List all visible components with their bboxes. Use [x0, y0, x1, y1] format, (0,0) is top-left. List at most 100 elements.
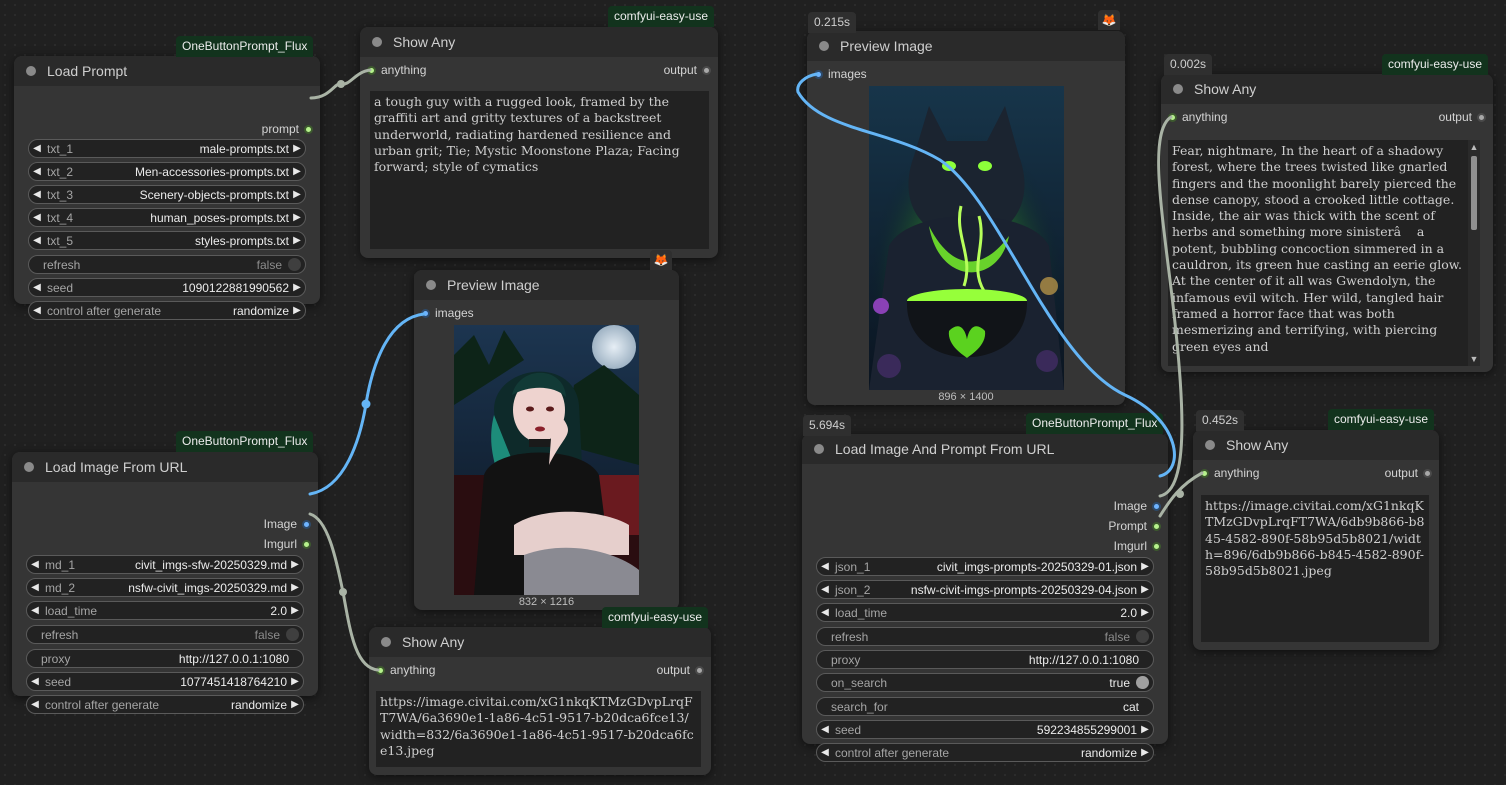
collapse-dot[interactable] — [426, 280, 436, 290]
arrow-right-icon[interactable]: ▶ — [1137, 584, 1153, 595]
arrow-right-icon[interactable]: ▶ — [289, 282, 305, 293]
collapse-dot[interactable] — [381, 637, 391, 647]
input-slot-anything[interactable]: anything — [1168, 107, 1227, 127]
input-slot-anything[interactable]: anything — [1200, 463, 1259, 483]
combo-widget-json-2[interactable]: ◀ json_2 nsfw-civit-imgs-prompts-20250329-… — [816, 580, 1154, 599]
arrow-right-icon[interactable]: ▶ — [1137, 561, 1153, 572]
collapse-dot[interactable] — [819, 41, 829, 51]
toggle-knob[interactable] — [1136, 676, 1149, 689]
load-image-from-url-node[interactable]: Load Image From URL Image Imgurl ◀ md_1 ci… — [12, 452, 318, 714]
combo-widget-txt-3[interactable]: ◀ txt_3 Scenery-objects-prompts.txt ▶ — [28, 185, 306, 204]
combo-widget-txt-2[interactable]: ◀ txt_2 Men-accessories-prompts.txt ▶ — [28, 162, 306, 181]
arrow-right-icon[interactable]: ▶ — [287, 559, 303, 570]
preview-image-cat-witch[interactable] — [869, 86, 1064, 390]
arrow-right-icon[interactable]: ▶ — [287, 605, 303, 616]
arrow-left-icon[interactable]: ◀ — [29, 166, 45, 177]
arrow-right-icon[interactable]: ▶ — [289, 166, 305, 177]
arrow-left-icon[interactable]: ◀ — [817, 607, 833, 618]
arrow-left-icon[interactable]: ◀ — [27, 699, 43, 710]
slot-dot[interactable] — [1168, 112, 1177, 122]
arrow-right-icon[interactable]: ▶ — [289, 305, 305, 316]
output-slot-image[interactable]: Image — [1114, 496, 1161, 516]
collapse-dot[interactable] — [24, 462, 34, 472]
show-any-textarea[interactable]: https://image.civitai.com/xG1nkqKTMzGDvp… — [1201, 495, 1429, 642]
toggle-widget-refresh[interactable]: refresh false — [26, 625, 304, 644]
arrow-left-icon[interactable]: ◀ — [29, 143, 45, 154]
output-slot-imgurl[interactable]: Imgurl — [264, 534, 311, 554]
arrow-left-icon[interactable]: ◀ — [817, 584, 833, 595]
arrow-left-icon[interactable]: ◀ — [817, 561, 833, 572]
combo-widget-json-1[interactable]: ◀ json_1 civit_imgs-prompts-20250329-01.js… — [816, 557, 1154, 576]
collapse-dot[interactable] — [26, 66, 36, 76]
arrow-right-icon[interactable]: ▶ — [287, 699, 303, 710]
slot-dot[interactable] — [1477, 112, 1486, 122]
toggle-widget-refresh[interactable]: refresh false — [816, 627, 1154, 646]
toggle-widget-on-search[interactable]: on_search true — [816, 673, 1154, 692]
arrow-right-icon[interactable]: ▶ — [287, 676, 303, 687]
output-slot-prompt[interactable]: prompt — [262, 119, 313, 139]
preview-image-node-1[interactable]: Preview Image images 832 × 1216 — [414, 270, 679, 610]
slot-dot[interactable] — [367, 65, 376, 75]
combo-widget-txt-5[interactable]: ◀ txt_5 styles-prompts.txt ▶ — [28, 231, 306, 250]
output-slot-output[interactable]: output — [1385, 463, 1432, 483]
arrow-right-icon[interactable]: ▶ — [289, 235, 305, 246]
output-slot-image[interactable]: Image — [264, 514, 311, 534]
number-widget-seed[interactable]: ◀ seed 592234855299001 ▶ — [816, 720, 1154, 739]
scroll-down-icon[interactable]: ▼ — [1469, 354, 1479, 364]
slot-dot[interactable] — [1152, 541, 1161, 551]
arrow-left-icon[interactable]: ◀ — [29, 212, 45, 223]
collapse-dot[interactable] — [1173, 84, 1183, 94]
combo-widget-txt-1[interactable]: ◀ txt_1 male-prompts.txt ▶ — [28, 139, 306, 158]
combo-widget-control-after-generate[interactable]: ◀ control after generate randomize ▶ — [816, 743, 1154, 762]
slot-dot[interactable] — [304, 124, 313, 134]
arrow-left-icon[interactable]: ◀ — [27, 582, 43, 593]
output-slot-output[interactable]: output — [1439, 107, 1486, 127]
text-widget-proxy[interactable]: proxy http://127.0.0.1:1080 — [816, 650, 1154, 669]
arrow-right-icon[interactable]: ▶ — [287, 582, 303, 593]
slot-dot[interactable] — [814, 69, 823, 79]
number-widget-seed[interactable]: ◀ seed 1077451418764210 ▶ — [26, 672, 304, 691]
input-slot-images[interactable]: images — [421, 303, 474, 323]
node-title-bar[interactable]: Show Any — [1193, 430, 1439, 460]
scrollbar-thumb[interactable] — [1471, 156, 1477, 230]
number-widget-seed[interactable]: ◀ seed 1090122881990562 ▶ — [28, 278, 306, 297]
output-slot-output[interactable]: output — [657, 660, 704, 680]
combo-widget-control-after-generate[interactable]: ◀ control after generate randomize ▶ — [26, 695, 304, 714]
input-slot-anything[interactable]: anything — [376, 660, 435, 680]
combo-widget-txt-4[interactable]: ◀ txt_4 human_poses-prompts.txt ▶ — [28, 208, 306, 227]
textarea-scrollbar[interactable]: ▲ ▼ — [1468, 140, 1480, 366]
show-any-node-4[interactable]: Show Any anything output https://image.c… — [1193, 430, 1439, 650]
slot-dot[interactable] — [302, 539, 311, 549]
show-any-node-3[interactable]: Show Any anything output Fear, nightmare… — [1161, 74, 1493, 372]
node-title-bar[interactable]: Load Image From URL — [12, 452, 318, 482]
output-slot-prompt[interactable]: Prompt — [1108, 516, 1161, 536]
combo-widget-control-after-generate[interactable]: ◀ control after generate randomize ▶ — [28, 301, 306, 320]
show-any-textarea[interactable]: a tough guy with a rugged look, framed b… — [370, 91, 709, 249]
number-widget-load-time[interactable]: ◀ load_time 2.0 ▶ — [816, 603, 1154, 622]
collapse-dot[interactable] — [814, 444, 824, 454]
slot-dot[interactable] — [702, 65, 711, 75]
node-title-bar[interactable]: Preview Image — [414, 270, 679, 300]
number-widget-load-time[interactable]: ◀ load_time 2.0 ▶ — [26, 601, 304, 620]
arrow-right-icon[interactable]: ▶ — [1137, 607, 1153, 618]
slot-dot[interactable] — [421, 308, 430, 318]
slot-dot[interactable] — [1152, 501, 1161, 511]
slot-dot[interactable] — [376, 665, 385, 675]
arrow-right-icon[interactable]: ▶ — [289, 143, 305, 154]
output-slot-imgurl[interactable]: Imgurl — [1114, 536, 1161, 556]
toggle-knob[interactable] — [286, 628, 299, 641]
arrow-left-icon[interactable]: ◀ — [29, 282, 45, 293]
arrow-right-icon[interactable]: ▶ — [289, 189, 305, 200]
arrow-left-icon[interactable]: ◀ — [29, 235, 45, 246]
slot-dot[interactable] — [302, 519, 311, 529]
node-title-bar[interactable]: Load Image And Prompt From URL — [802, 434, 1168, 464]
show-any-textarea[interactable]: https://image.civitai.com/xG1nkqKTMzGDvp… — [376, 691, 701, 767]
arrow-left-icon[interactable]: ◀ — [29, 305, 45, 316]
node-title-bar[interactable]: Show Any — [1161, 74, 1493, 104]
combo-widget-md-1[interactable]: ◀ md_1 civit_imgs-sfw-20250329.md ▶ — [26, 555, 304, 574]
preview-image-girl[interactable] — [454, 325, 639, 595]
toggle-widget-refresh[interactable]: refresh false — [28, 255, 306, 274]
input-slot-images[interactable]: images — [814, 64, 867, 84]
show-any-node-2[interactable]: Show Any anything output https://image.c… — [369, 627, 711, 775]
collapse-dot[interactable] — [372, 37, 382, 47]
